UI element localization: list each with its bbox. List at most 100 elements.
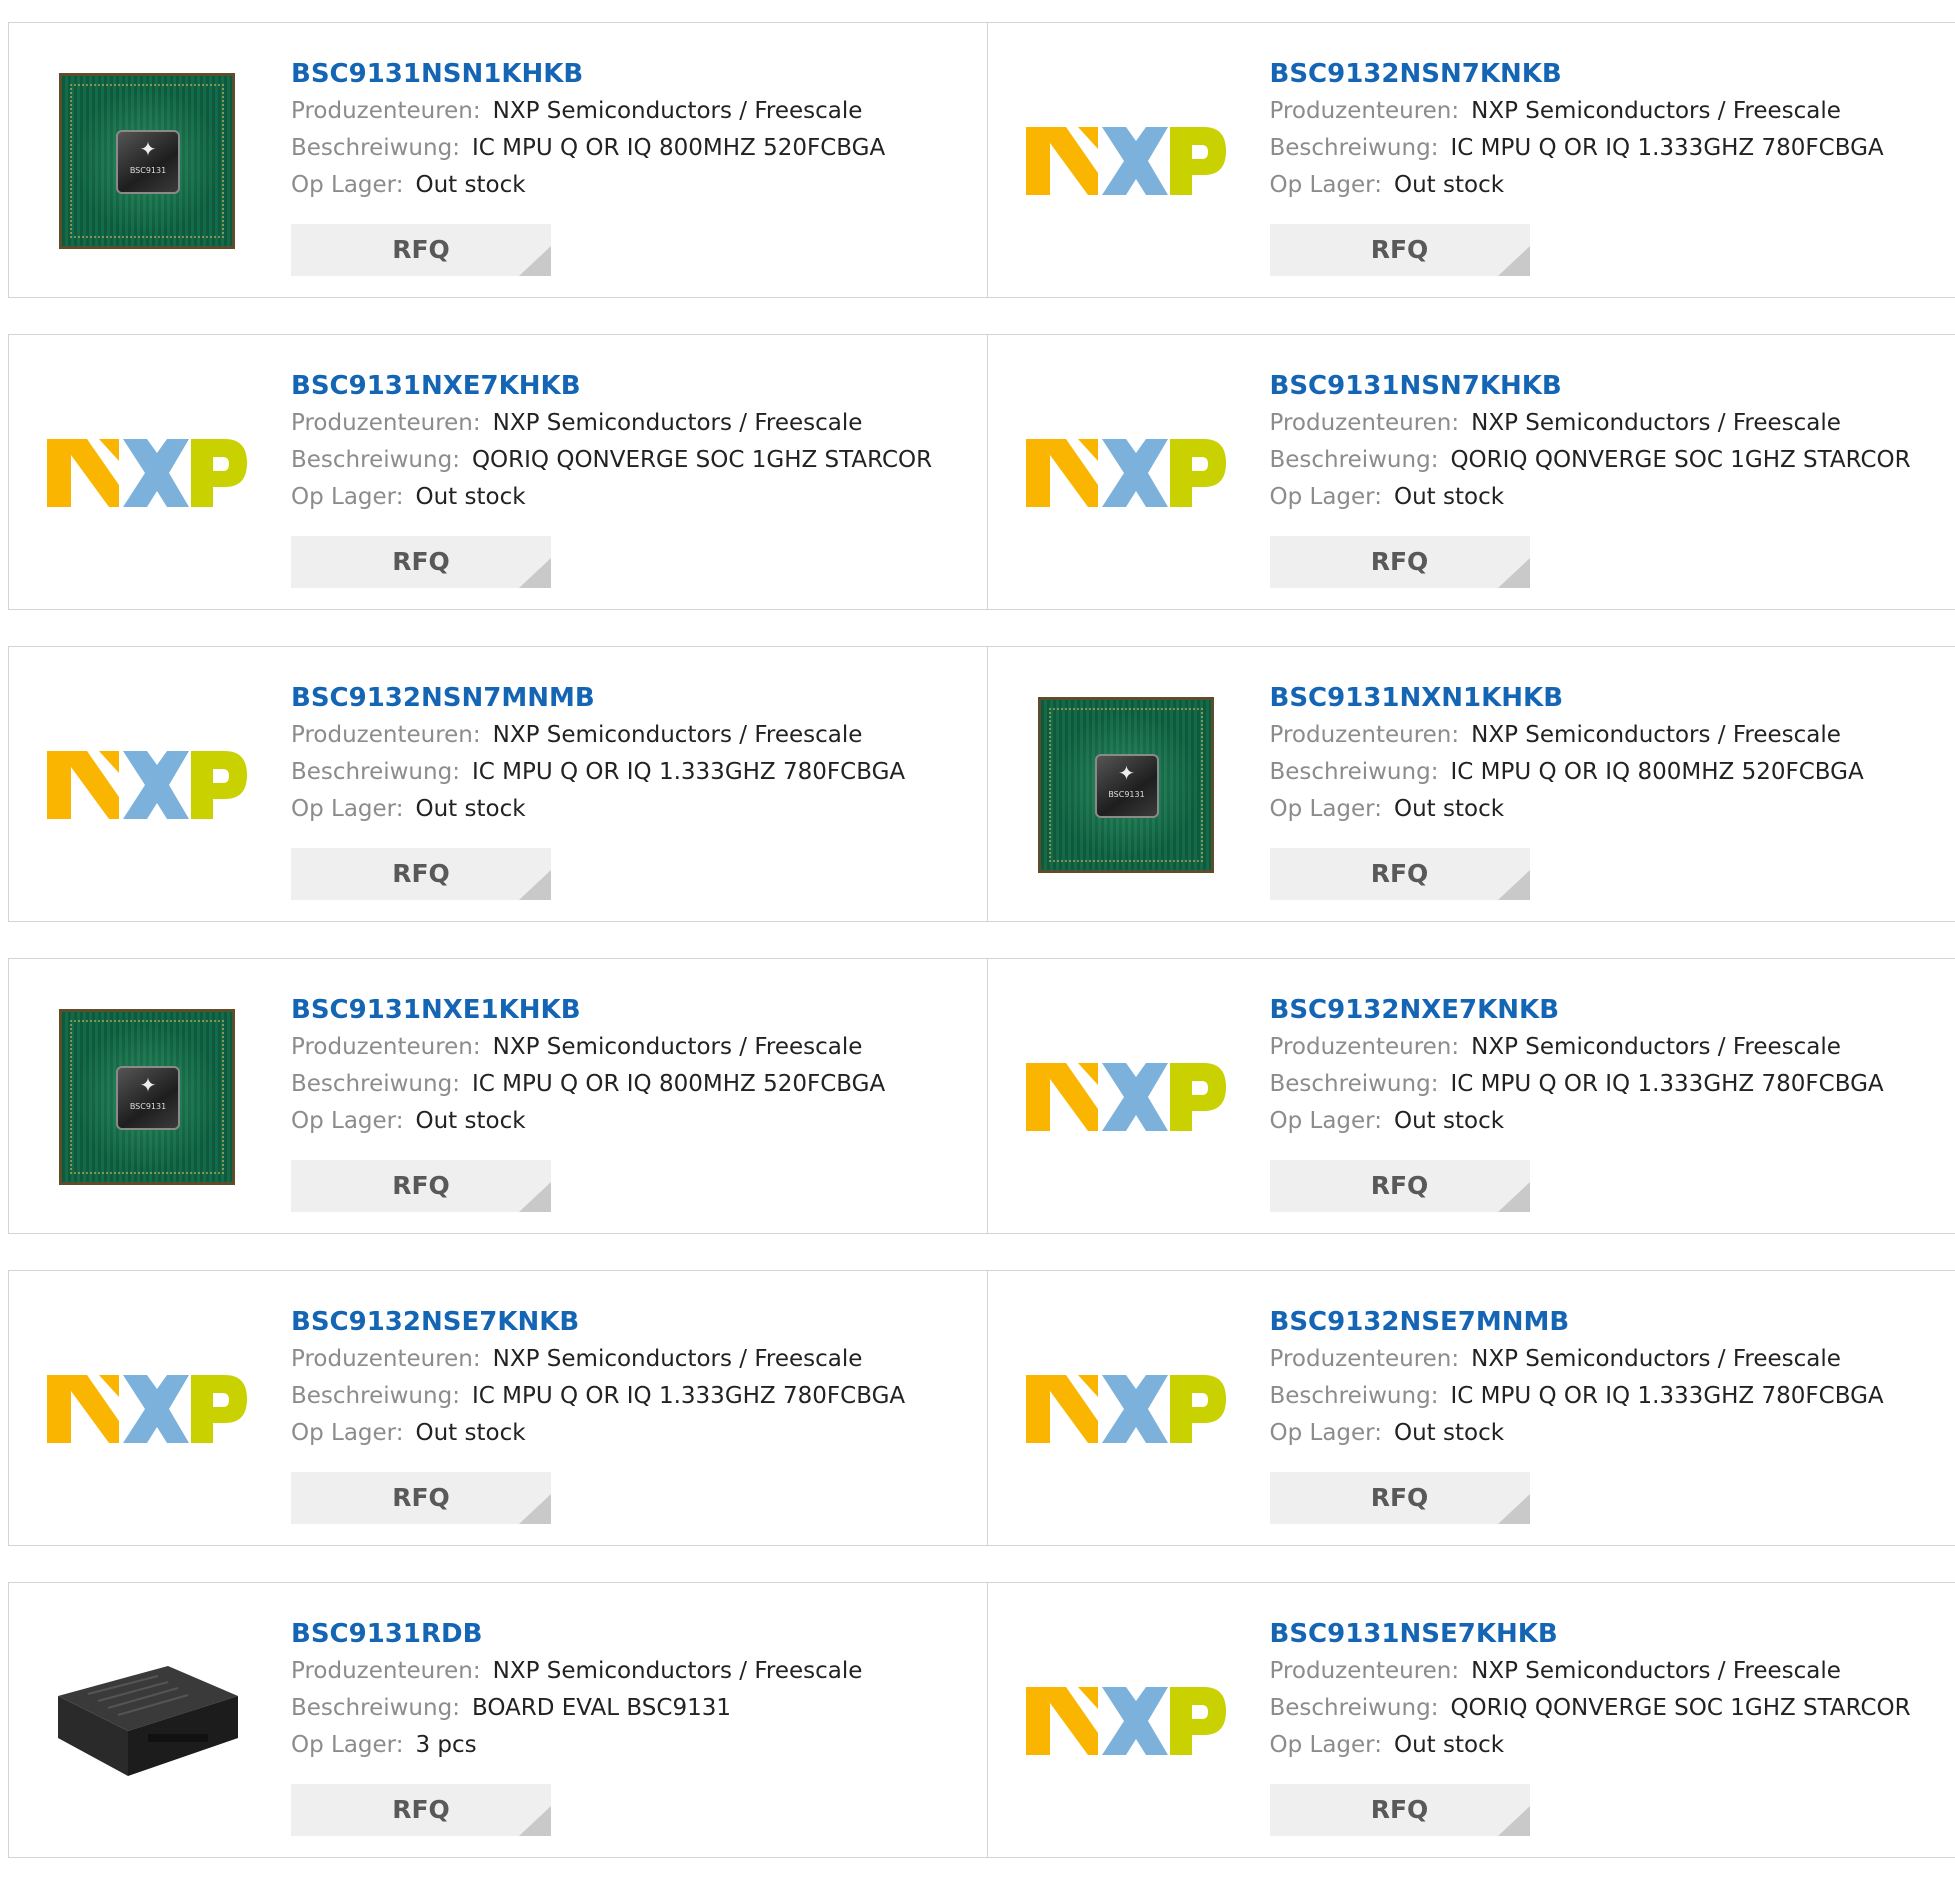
description-value: QORIQ QONVERGE SOC 1GHZ STARCOR — [1450, 447, 1910, 473]
stock-value: Out stock — [1394, 1732, 1504, 1758]
product-image[interactable] — [47, 1633, 247, 1808]
stock-value: Out stock — [1394, 1108, 1504, 1134]
corner-triangle-icon — [1498, 870, 1530, 900]
rfq-button[interactable]: RFQ — [1270, 536, 1530, 588]
product-image[interactable] — [1026, 1321, 1226, 1496]
chip-icon: ✦BSC9131 — [59, 73, 235, 249]
manufacturer-label: Produzenteuren: — [1270, 410, 1460, 436]
nxp-logo-icon — [47, 745, 247, 825]
part-number-link[interactable]: BSC9131NSN7KHKB — [1270, 367, 1911, 405]
rfq-button[interactable]: RFQ — [291, 1472, 551, 1524]
rfq-label: RFQ — [392, 1784, 450, 1836]
product-row: ✦BSC9131 BSC9131NSN1KHKB Produzenteuren:… — [8, 22, 1955, 298]
description-label: Beschreiwung: — [291, 1383, 460, 1409]
description-label: Beschreiwung: — [1270, 447, 1439, 473]
product-image[interactable]: ✦BSC9131 — [47, 73, 247, 248]
stock-row: Op Lager:Out stock — [1270, 791, 1864, 828]
part-number-link[interactable]: BSC9131RDB — [291, 1615, 862, 1653]
manufacturer-row: Produzenteuren:NXP Semiconductors / Free… — [1270, 1653, 1911, 1690]
chip-marking: BSC9131 — [1097, 790, 1157, 799]
freescale-logo-icon: ✦ — [118, 1068, 178, 1102]
rfq-button[interactable]: RFQ — [291, 1784, 551, 1836]
product-card: ✦BSC9131 BSC9131NXE1KHKB Produzenteuren:… — [9, 959, 987, 1233]
nxp-logo-icon — [1026, 1681, 1226, 1761]
rfq-button[interactable]: RFQ — [1270, 848, 1530, 900]
stock-label: Op Lager: — [1270, 1420, 1382, 1446]
corner-triangle-icon — [519, 558, 551, 588]
nxp-logo-icon — [47, 433, 247, 513]
product-image[interactable]: ✦BSC9131 — [47, 1009, 247, 1184]
product-info: BSC9131NSN1KHKB Produzenteuren:NXP Semic… — [291, 55, 885, 204]
manufacturer-value: NXP Semiconductors / Freescale — [1471, 1346, 1841, 1372]
rfq-label: RFQ — [392, 1472, 450, 1524]
description-label: Beschreiwung: — [291, 135, 460, 161]
freescale-logo-icon: ✦ — [118, 132, 178, 166]
part-number-link[interactable]: BSC9131NSN1KHKB — [291, 55, 885, 93]
product-card: BSC9132NSN7KNKB Produzenteuren:NXP Semic… — [987, 23, 1955, 297]
chip-marking: BSC9131 — [118, 1102, 178, 1111]
rfq-button[interactable]: RFQ — [291, 224, 551, 276]
rfq-button[interactable]: RFQ — [291, 536, 551, 588]
chip-die: ✦BSC9131 — [116, 1066, 180, 1130]
rfq-button[interactable]: RFQ — [1270, 1472, 1530, 1524]
manufacturer-row: Produzenteuren:NXP Semiconductors / Free… — [291, 1653, 862, 1690]
part-number-link[interactable]: BSC9132NSN7KNKB — [1270, 55, 1884, 93]
manufacturer-value: NXP Semiconductors / Freescale — [493, 1658, 863, 1684]
rfq-label: RFQ — [1371, 536, 1429, 588]
part-number-link[interactable]: BSC9131NXE7KHKB — [291, 367, 932, 405]
part-number-link[interactable]: BSC9132NSN7MNMB — [291, 679, 905, 717]
product-info: BSC9132NSE7KNKB Produzenteuren:NXP Semic… — [291, 1303, 905, 1452]
corner-triangle-icon — [519, 870, 551, 900]
rfq-button[interactable]: RFQ — [1270, 1784, 1530, 1836]
stock-value: Out stock — [415, 172, 525, 198]
part-number-link[interactable]: BSC9132NSE7KNKB — [291, 1303, 905, 1341]
part-number-link[interactable]: BSC9132NXE7KNKB — [1270, 991, 1884, 1029]
product-card: BSC9132NSE7MNMB Produzenteuren:NXP Semic… — [987, 1271, 1955, 1545]
description-label: Beschreiwung: — [1270, 759, 1439, 785]
manufacturer-row: Produzenteuren:NXP Semiconductors / Free… — [1270, 1029, 1884, 1066]
rfq-button[interactable]: RFQ — [1270, 1160, 1530, 1212]
part-number-link[interactable]: BSC9131NXE1KHKB — [291, 991, 885, 1029]
part-number-link[interactable]: BSC9132NSE7MNMB — [1270, 1303, 1884, 1341]
description-value: IC MPU Q OR IQ 1.333GHZ 780FCBGA — [1450, 1071, 1883, 1097]
description-label: Beschreiwung: — [1270, 1695, 1439, 1721]
stock-row: Op Lager:3 pcs — [291, 1727, 862, 1764]
stock-row: Op Lager:Out stock — [1270, 1103, 1884, 1140]
description-label: Beschreiwung: — [291, 1071, 460, 1097]
description-label: Beschreiwung: — [291, 1695, 460, 1721]
rfq-label: RFQ — [1371, 848, 1429, 900]
manufacturer-label: Produzenteuren: — [1270, 1034, 1460, 1060]
product-info: BSC9131NXE1KHKB Produzenteuren:NXP Semic… — [291, 991, 885, 1140]
manufacturer-row: Produzenteuren:NXP Semiconductors / Free… — [291, 405, 932, 442]
rfq-label: RFQ — [392, 224, 450, 276]
rfq-button[interactable]: RFQ — [1270, 224, 1530, 276]
product-image[interactable] — [1026, 1009, 1226, 1184]
product-image[interactable] — [47, 1321, 247, 1496]
manufacturer-row: Produzenteuren:NXP Semiconductors / Free… — [1270, 717, 1864, 754]
stock-label: Op Lager: — [291, 172, 403, 198]
stock-row: Op Lager:Out stock — [291, 791, 905, 828]
product-image[interactable] — [47, 385, 247, 560]
part-number-link[interactable]: BSC9131NSE7KHKB — [1270, 1615, 1911, 1653]
product-image[interactable] — [1026, 385, 1226, 560]
rfq-button[interactable]: RFQ — [291, 1160, 551, 1212]
manufacturer-label: Produzenteuren: — [291, 410, 481, 436]
product-image[interactable]: ✦BSC9131 — [1026, 697, 1226, 872]
product-image[interactable] — [1026, 1633, 1226, 1808]
description-value: IC MPU Q OR IQ 800MHZ 520FCBGA — [1450, 759, 1863, 785]
stock-value: Out stock — [1394, 1420, 1504, 1446]
description-label: Beschreiwung: — [291, 447, 460, 473]
rfq-button[interactable]: RFQ — [291, 848, 551, 900]
eval-board-icon — [48, 1646, 246, 1796]
product-image[interactable] — [47, 697, 247, 872]
manufacturer-label: Produzenteuren: — [291, 98, 481, 124]
product-image[interactable] — [1026, 73, 1226, 248]
manufacturer-row: Produzenteuren:NXP Semiconductors / Free… — [1270, 1341, 1884, 1378]
product-info: BSC9132NSN7MNMB Produzenteuren:NXP Semic… — [291, 679, 905, 828]
corner-triangle-icon — [1498, 246, 1530, 276]
description-value: IC MPU Q OR IQ 1.333GHZ 780FCBGA — [472, 1383, 905, 1409]
stock-row: Op Lager:Out stock — [1270, 479, 1911, 516]
nxp-logo-icon — [1026, 121, 1226, 201]
manufacturer-row: Produzenteuren:NXP Semiconductors / Free… — [1270, 405, 1911, 442]
part-number-link[interactable]: BSC9131NXN1KHKB — [1270, 679, 1864, 717]
